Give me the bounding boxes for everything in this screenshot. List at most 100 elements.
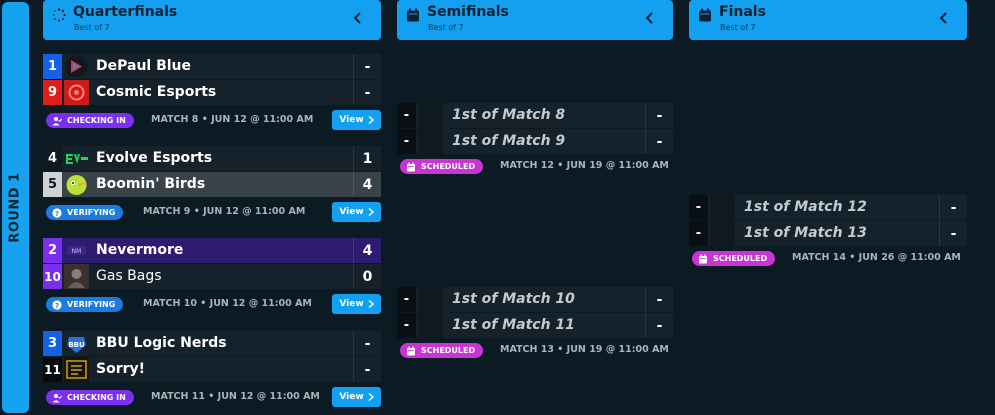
column-subtitle: Best of 7 — [428, 23, 464, 32]
match-footer: ? VERIFYING MATCH 9 • JUN 12 @ 11:00 AM … — [43, 202, 381, 222]
team-score: - — [939, 221, 967, 246]
match-info: MATCH 11 • JUN 12 @ 11:00 AM — [151, 391, 320, 402]
team-name: BBU Logic Nerds — [96, 335, 227, 351]
match-card-11[interactable]: 3 BBU BBU Logic Nerds - 11 Sorry! - CHEC… — [43, 331, 381, 409]
match-info: MATCH 10 • JUN 12 @ 11:00 AM — [143, 298, 312, 309]
view-button[interactable]: View — [332, 294, 381, 314]
status-label: CHECKING IN — [67, 393, 126, 402]
view-label: View — [339, 299, 364, 309]
chevron-right-icon — [368, 208, 374, 216]
team-logo — [64, 146, 89, 171]
svg-text:NM: NM — [72, 248, 82, 255]
team-row[interactable]: 9 Cosmic Esports - — [43, 80, 381, 105]
team-score: - — [939, 195, 967, 220]
match-card-13[interactable]: - 1st of Match 10 - - 1st of Match 11 - … — [397, 287, 673, 359]
team-row-winner[interactable]: 2 NM Nevermore 4 — [43, 238, 381, 263]
team-row[interactable]: - 1st of Match 10 - — [397, 287, 673, 312]
chevron-left-icon[interactable] — [937, 11, 951, 25]
team-score: - — [353, 80, 381, 105]
chevron-right-icon — [368, 116, 374, 124]
seed-badge: - — [397, 313, 416, 338]
view-button[interactable]: View — [332, 387, 381, 407]
quarterfinals-header[interactable]: Quarterfinals Best of 7 — [43, 0, 381, 40]
team-row[interactable]: 10 Gas Bags 0 — [43, 264, 381, 289]
team-row[interactable]: - 1st of Match 13 - — [689, 221, 967, 246]
seed-badge: 2 — [43, 238, 62, 263]
team-score: - — [645, 313, 673, 338]
match-info: MATCH 12 • JUN 19 @ 11:00 AM — [500, 160, 669, 171]
match-footer: CHECKING IN MATCH 11 • JUN 12 @ 11:00 AM… — [43, 387, 381, 407]
team-name: Boomin' Birds — [96, 176, 206, 192]
seed-badge: - — [397, 129, 416, 154]
team-score: 4 — [353, 238, 381, 263]
team-row[interactable]: 11 Sorry! - — [43, 357, 381, 382]
view-button[interactable]: View — [332, 110, 381, 130]
team-row[interactable]: - 1st of Match 9 - — [397, 129, 673, 154]
status-label: SCHEDULED — [713, 254, 768, 263]
match-card-14[interactable]: - 1st of Match 12 - - 1st of Match 13 - … — [689, 195, 967, 267]
user-check-icon — [52, 116, 62, 125]
match-footer: SCHEDULED MATCH 12 • JUN 19 @ 11:00 AM — [397, 156, 673, 176]
match-info: MATCH 8 • JUN 12 @ 11:00 AM — [151, 114, 314, 125]
seed-badge: - — [397, 287, 416, 312]
team-row[interactable]: - 1st of Match 11 - — [397, 313, 673, 338]
team-logo: BBU — [64, 331, 89, 356]
match-card-8[interactable]: 1 DePaul Blue - 9 Cosmic Esports - CHECK… — [43, 54, 381, 132]
team-name: Nevermore — [96, 242, 184, 258]
match-info: MATCH 13 • JUN 19 @ 11:00 AM — [500, 344, 669, 355]
semifinals-header[interactable]: Semifinals Best of 7 — [397, 0, 673, 40]
team-logo-placeholder — [710, 221, 735, 246]
svg-text:BBU: BBU — [68, 341, 85, 349]
status-badge: SCHEDULED — [400, 159, 484, 174]
svg-text:?: ? — [55, 302, 59, 310]
team-row[interactable]: 1 DePaul Blue - — [43, 54, 381, 79]
seed-badge: - — [689, 195, 708, 220]
chevron-right-icon — [368, 393, 374, 401]
team-row[interactable]: - 1st of Match 8 - — [397, 103, 673, 128]
match-info: MATCH 14 • JUN 26 @ 11:00 AM — [792, 252, 961, 263]
team-name: Cosmic Esports — [96, 84, 217, 100]
spinner-icon — [52, 8, 66, 22]
team-score: - — [353, 357, 381, 382]
column-subtitle: Best of 7 — [720, 23, 756, 32]
match-card-9[interactable]: 4 Evolve Esports 1 5 Boomin' Birds 4 ? V… — [43, 146, 381, 224]
match-footer: ? VERIFYING MATCH 10 • JUN 12 @ 11:00 AM… — [43, 294, 381, 314]
team-logo-placeholder — [418, 313, 443, 338]
team-row[interactable]: - 1st of Match 12 - — [689, 195, 967, 220]
status-badge: SCHEDULED — [692, 251, 776, 266]
team-score: 0 — [353, 264, 381, 289]
chevron-left-icon[interactable] — [643, 11, 657, 25]
status-badge: SCHEDULED — [400, 343, 484, 358]
team-score: - — [353, 54, 381, 79]
team-score: 1 — [353, 146, 381, 171]
match-footer: SCHEDULED MATCH 14 • JUN 26 @ 11:00 AM — [689, 248, 967, 268]
team-logo — [64, 54, 89, 79]
round-label-rail: ROUND 1 — [2, 2, 29, 413]
team-logo-placeholder — [418, 129, 443, 154]
team-name: 1st of Match 12 — [744, 199, 867, 215]
team-name: 1st of Match 8 — [452, 107, 566, 123]
finals-header[interactable]: Finals Best of 7 — [689, 0, 967, 40]
match-card-10[interactable]: 2 NM Nevermore 4 10 Gas Bags 0 ? VERIFYI… — [43, 238, 381, 316]
view-label: View — [339, 115, 364, 125]
status-label: CHECKING IN — [67, 116, 126, 125]
view-button[interactable]: View — [332, 202, 381, 222]
seed-badge: - — [397, 103, 416, 128]
team-score: - — [353, 331, 381, 356]
seed-badge: 11 — [43, 357, 62, 382]
team-row-winner[interactable]: 5 Boomin' Birds 4 — [43, 172, 381, 197]
question-icon: ? — [52, 207, 62, 218]
team-name: Gas Bags — [96, 268, 162, 284]
team-logo: NM — [64, 238, 89, 263]
team-score: - — [645, 103, 673, 128]
column-subtitle: Best of 7 — [74, 23, 110, 32]
team-logo — [64, 264, 89, 289]
team-row[interactable]: 3 BBU BBU Logic Nerds - — [43, 331, 381, 356]
svg-text:?: ? — [55, 210, 59, 218]
chevron-left-icon[interactable] — [351, 11, 365, 25]
team-row[interactable]: 4 Evolve Esports 1 — [43, 146, 381, 171]
team-logo-placeholder — [418, 103, 443, 128]
match-card-12[interactable]: - 1st of Match 8 - - 1st of Match 9 - SC… — [397, 103, 673, 175]
status-label: SCHEDULED — [421, 162, 476, 171]
status-badge: CHECKING IN — [46, 113, 134, 128]
